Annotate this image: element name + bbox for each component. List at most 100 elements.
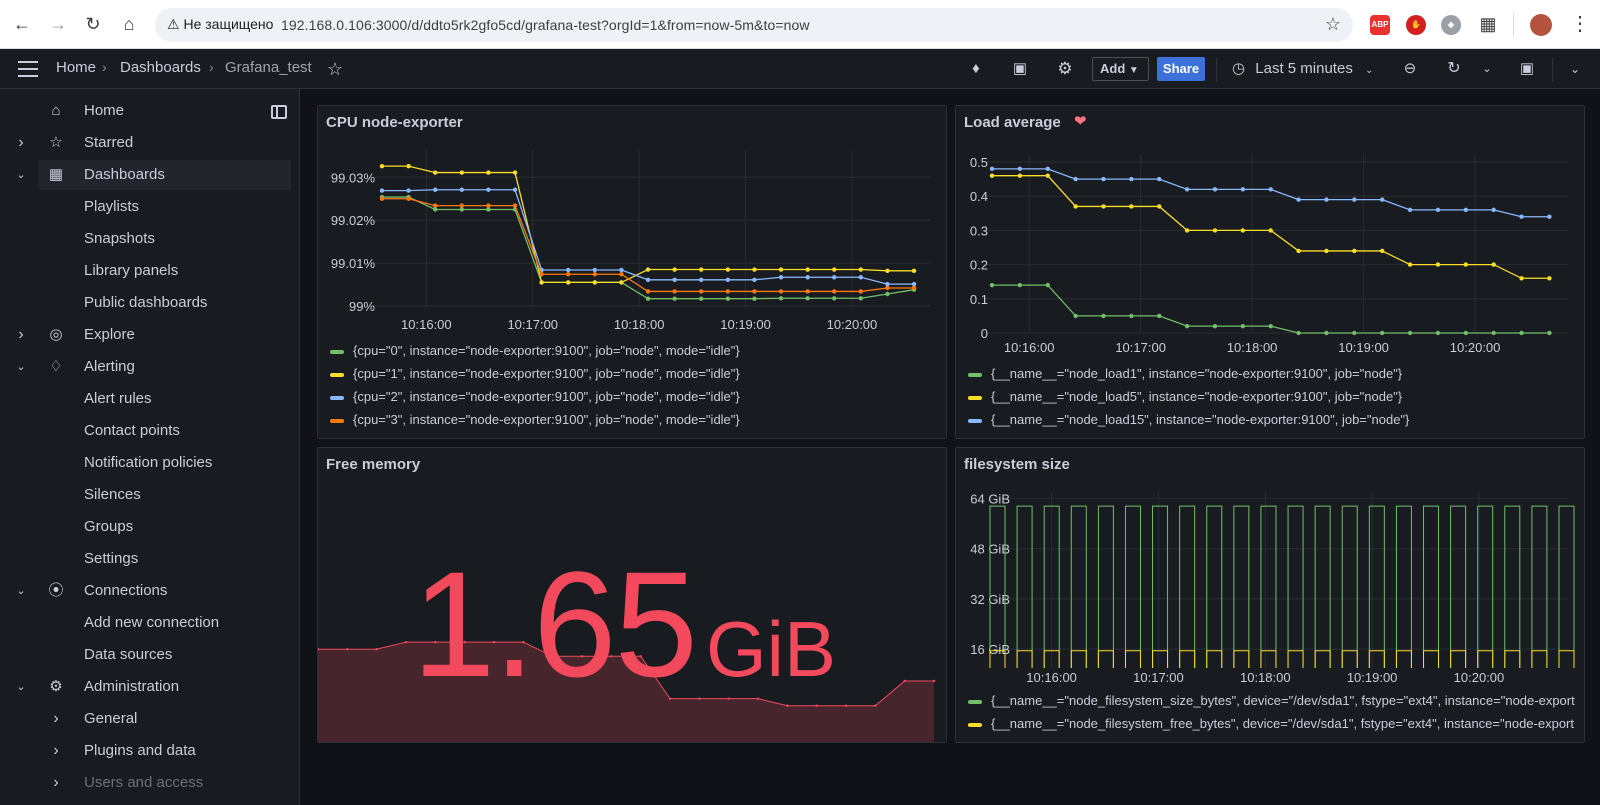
zoom-out-icon[interactable]: ⊖	[1400, 59, 1420, 79]
menu-icon[interactable]	[18, 61, 38, 77]
panel-free-memory[interactable]: Free memory 1.65 GiB	[317, 447, 947, 743]
panel-filesystem-size[interactable]: filesystem size 16 GiB 32 GiB 48 GiB 64 GiB…	[955, 447, 1585, 743]
favorite-star-icon[interactable]: ☆	[325, 59, 345, 79]
add-button-label: Add	[1100, 61, 1126, 76]
adblock-icon[interactable]: ABP	[1370, 15, 1390, 35]
x-tick-label: 10:20:00	[1450, 340, 1501, 355]
save-icon[interactable]: ▣	[1010, 59, 1030, 79]
y-tick-label: 64 GiB	[970, 491, 1010, 506]
cpu-chart[interactable]: 99% 99.01% 99.02% 99.03% 10:16:00 10:17:00 10:…	[318, 136, 946, 368]
sidebar-item-playlists[interactable]: Playlists	[0, 192, 300, 222]
data-point	[725, 277, 731, 283]
broken-heart-icon[interactable]: ❤	[1074, 112, 1087, 130]
x-tick-label: 10:19:00	[720, 317, 771, 332]
collapse-chevron-icon[interactable]: ⌄	[1565, 59, 1585, 79]
breadcrumb-dashboards[interactable]: Dashboards	[120, 59, 201, 76]
panel-load-average[interactable]: Load average ❤ 0 0.1 0.2 0.3 0.4 0.5 10:16:00 1…	[955, 105, 1585, 439]
chevron-right-icon[interactable]: ›	[49, 736, 63, 766]
sidebar-item-users-and-access[interactable]: › Users and access	[0, 768, 300, 798]
sparkline-point	[844, 704, 848, 707]
sidebar-item-starred[interactable]: › ☆ Starred	[0, 128, 300, 158]
add-button[interactable]: Add ▼	[1092, 57, 1149, 81]
chevron-right-icon[interactable]: ›	[14, 320, 28, 350]
sidebar-item-groups[interactable]: Groups	[0, 512, 300, 542]
sidebar-item-library-panels[interactable]: Library panels	[0, 256, 300, 286]
sidebar-item-administration[interactable]: ⌄ ⚙ Administration	[0, 672, 300, 702]
sidebar-item-label: Contact points	[84, 422, 180, 439]
data-point	[1017, 173, 1023, 178]
legend-swatch-yellow	[968, 722, 982, 727]
data-point	[1073, 176, 1078, 182]
sidebar-item-alert-rules[interactable]: Alert rules	[0, 384, 300, 414]
series-pulse	[1233, 650, 1250, 668]
sidebar-item-silences[interactable]: Silences	[0, 480, 300, 510]
data-point	[486, 203, 491, 208]
legend-item[interactable]: {__name__="node_load15", instance="node-…	[968, 412, 1409, 427]
sidebar-item-notification-policies[interactable]: Notification policies	[0, 448, 300, 478]
share-button[interactable]: Share	[1157, 57, 1205, 81]
chevron-right-icon[interactable]: ›	[49, 704, 63, 734]
chevron-right-icon[interactable]: ›	[14, 128, 28, 158]
refresh-interval-chevron-icon[interactable]: ⌄	[1477, 59, 1497, 79]
sidebar-item-data-sources[interactable]: Data sources	[0, 640, 300, 670]
sidebar-item-general[interactable]: › General	[0, 704, 300, 734]
address-bar[interactable]: ⚠ Не защищено 192.168.0.106:3000/d/ddto5…	[155, 8, 1353, 42]
legend-item[interactable]: {cpu="0", instance="node-exporter:9100",…	[330, 343, 740, 358]
sidebar-item-explore[interactable]: › ◎ Explore	[0, 320, 300, 350]
data-point	[1519, 214, 1524, 219]
chevron-down-icon[interactable]: ⌄	[14, 576, 28, 606]
breadcrumb-home[interactable]: Home	[56, 59, 96, 76]
panel-cpu[interactable]: CPU node-exporter 99% 99.01% 99.02% 99.03% 1…	[317, 105, 947, 439]
sidebar-item-public-dashboards[interactable]: Public dashboards	[0, 288, 300, 318]
home-browser-icon[interactable]: ⌂	[117, 12, 141, 36]
data-point	[433, 207, 438, 212]
data-point	[1212, 323, 1218, 329]
refresh-icon[interactable]: ↻	[1444, 59, 1464, 79]
legend-item[interactable]: {__name__="node_filesystem_free_bytes", …	[968, 716, 1574, 731]
legend-item[interactable]: {__name__="node_load5", instance="node-e…	[968, 389, 1402, 404]
globe-extension-icon[interactable]: ◈	[1441, 15, 1461, 35]
settings-gear-icon[interactable]: ⚙	[1055, 59, 1075, 79]
legend-item[interactable]: {cpu="1", instance="node-exporter:9100",…	[330, 366, 740, 381]
sidebar-item-connections[interactable]: ⌄ ⦿ Connections	[0, 576, 300, 606]
data-point	[699, 267, 704, 272]
forward-arrow-icon[interactable]: →	[46, 12, 70, 36]
chevron-down-icon[interactable]: ⌄	[14, 160, 28, 190]
sidebar-item-plugins-and-data[interactable]: › Plugins and data	[0, 736, 300, 766]
filesystem-chart[interactable]: 16 GiB32 GiB48 GiB64 GiB10:16:00 10:17:00…	[956, 478, 1584, 710]
reload-icon[interactable]: ↻	[81, 12, 105, 36]
chevron-down-icon[interactable]: ⌄	[14, 352, 28, 382]
tv-mode-icon[interactable]: ▣	[1517, 59, 1537, 79]
sidebar-item-settings[interactable]: Settings	[0, 544, 300, 574]
bookmark-star-icon[interactable]: ☆	[1325, 14, 1341, 35]
alert-bell-icon[interactable]: ♦	[966, 59, 986, 79]
back-arrow-icon[interactable]: ←	[10, 12, 34, 36]
legend-item[interactable]: {__name__="node_load1", instance="node-e…	[968, 366, 1402, 381]
stop-extension-icon[interactable]: ✋	[1406, 15, 1426, 35]
browser-menu-icon[interactable]: ⋮	[1568, 12, 1592, 36]
sidebar-item-dashboards[interactable]: ⌄ ▦ Dashboards	[16, 160, 291, 190]
load-chart[interactable]: 0 0.1 0.2 0.3 0.4 0.5 10:16:00 10:17:00 10:18:00…	[956, 136, 1584, 368]
sidebar-item-contact-points[interactable]: Contact points	[0, 416, 300, 446]
extensions-puzzle-icon[interactable]: ▦	[1476, 12, 1500, 36]
legend-item[interactable]: {cpu="3", instance="node-exporter:9100",…	[330, 412, 740, 427]
url-text[interactable]: 192.168.0.106:3000/d/ddto5rk2gfo5cd/graf…	[281, 17, 810, 33]
security-warning[interactable]: ⚠ Не защищено	[167, 16, 273, 33]
chevron-right-icon[interactable]: ›	[49, 768, 63, 798]
data-point	[858, 267, 864, 272]
series-pulse	[1260, 505, 1277, 668]
time-range-picker[interactable]: ◷ Last 5 minutes ⌄	[1232, 59, 1373, 77]
sidebar-item-add-new-connection[interactable]: Add new connection	[0, 608, 300, 638]
sidebar-item-home[interactable]: ⌂ Home	[0, 96, 300, 126]
data-point	[459, 203, 465, 208]
profile-avatar[interactable]	[1530, 14, 1552, 36]
legend-item[interactable]: {__name__="node_filesystem_size_bytes", …	[968, 693, 1575, 708]
sidebar-item-alerting[interactable]: ⌄ ♢ Alerting	[0, 352, 300, 382]
data-point	[1352, 248, 1357, 254]
sidebar-item-label: Playlists	[84, 198, 140, 215]
chevron-down-icon[interactable]: ⌄	[14, 672, 28, 702]
sidebar-item-snapshots[interactable]: Snapshots	[0, 224, 300, 254]
x-tick-label: 10:18:00	[1227, 340, 1278, 355]
series-pulse	[1368, 505, 1385, 668]
legend-item[interactable]: {cpu="2", instance="node-exporter:9100",…	[330, 389, 740, 404]
